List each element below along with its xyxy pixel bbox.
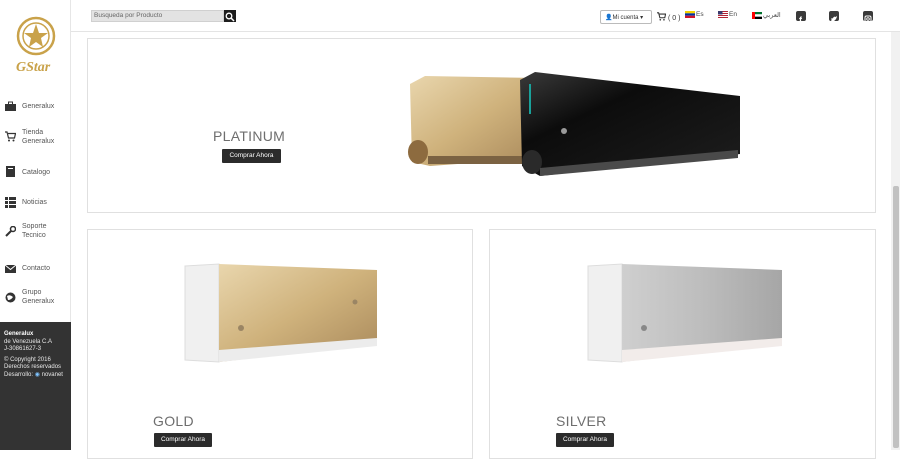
copyright-icon: © (4, 356, 9, 363)
lang-en[interactable]: En (718, 11, 737, 18)
buy-button-gold[interactable]: Comprar Ahora (154, 433, 212, 447)
sidebar-item-generalux[interactable]: Generalux (0, 100, 71, 114)
lang-ar[interactable]: العربي (752, 11, 781, 19)
cart-button[interactable]: ( 0 ) (657, 12, 680, 22)
globe-icon (5, 292, 16, 303)
footer-rights: Derechos reservados (4, 364, 62, 370)
scrollbar-thumb[interactable] (893, 186, 899, 448)
gstar-logo[interactable]: GStar (12, 14, 60, 76)
product-title: SILVER (556, 413, 607, 429)
gold-product-image (184, 263, 377, 363)
venezuela-flag-icon (685, 11, 695, 18)
cart-count: ( 0 ) (667, 15, 681, 22)
list-icon (5, 197, 16, 208)
lang-ar-label: العربي (763, 12, 781, 19)
footer-dev-label: Desarrollo: (4, 371, 34, 378)
facebook-link[interactable]: f (796, 11, 806, 25)
top-bar: Busqueda por Producto 👤Mi cuenta ▾ ( 0 )… (71, 0, 900, 32)
search-placeholder: Busqueda por Producto (94, 12, 163, 19)
footer-copyright: Copyright 2016 (10, 356, 51, 363)
logo-text: GStar (16, 60, 51, 75)
instagram-icon (864, 15, 872, 23)
silver-product-image (587, 263, 782, 363)
lang-es-label: Es (696, 11, 704, 18)
uae-flag-icon (752, 11, 762, 19)
facebook-icon: f (799, 15, 803, 25)
sidebar-item-tienda[interactable]: Tienda Generalux (0, 128, 71, 148)
sidebar-footer: Generalux de Venezuela C.A J-30861627-3 … (0, 322, 71, 450)
footer-rif: J-30861627-3 (4, 346, 42, 352)
cart-icon (5, 131, 16, 142)
sidebar-item-soporte[interactable]: Soporte Tecnico (0, 222, 71, 242)
sidebar: GStar Generalux Tienda Generalux Catalog… (0, 0, 71, 450)
usa-flag-icon (718, 11, 728, 18)
novanet-icon: ◉ (34, 371, 40, 378)
account-button[interactable]: 👤Mi cuenta ▾ (600, 10, 652, 24)
sidebar-item-label: Noticias (22, 199, 47, 206)
footer-company-line2: de Venezuela C.A (4, 338, 53, 345)
instagram-link[interactable] (863, 11, 873, 23)
product-title: PLATINUM (213, 128, 286, 144)
book-icon (6, 166, 15, 177)
sidebar-item-label: Soporte Tecnico (22, 223, 47, 239)
svg-text:f: f (799, 15, 803, 24)
cart-icon (657, 12, 667, 21)
twitter-icon (831, 16, 837, 22)
caret-down-icon: ▾ (640, 15, 644, 21)
product-title: GOLD (153, 413, 194, 429)
platinum-product-image (408, 72, 740, 176)
twitter-link[interactable] (829, 11, 839, 22)
footer-dev-name[interactable]: novanet (42, 372, 63, 378)
briefcase-icon (5, 101, 16, 111)
sidebar-item-contacto[interactable]: Contacto (0, 262, 71, 276)
search-button[interactable] (224, 10, 236, 22)
footer-dev-row: Desarrollo: ◉ novanet (4, 372, 71, 380)
wrench-icon (5, 226, 16, 237)
sidebar-item-label: Catalogo (22, 169, 51, 176)
sidebar-item-noticias[interactable]: Noticias (0, 196, 71, 210)
sidebar-item-grupo[interactable]: Grupo Generalux (0, 288, 71, 308)
sidebar-item-label: Contacto (22, 265, 51, 272)
account-label: Mi cuenta (612, 15, 639, 21)
lang-es[interactable]: Es (685, 11, 704, 18)
sidebar-item-label: Tienda Generalux (22, 129, 55, 145)
sidebar-item-label: Grupo Generalux (22, 289, 55, 305)
footer-copyright-row: © Copyright 2016 (4, 357, 71, 365)
search-icon (225, 12, 235, 22)
buy-button-silver[interactable]: Comprar Ahora (556, 433, 614, 447)
sidebar-item-label: Generalux (22, 103, 55, 110)
search-input[interactable]: Busqueda por Producto (91, 10, 224, 22)
lang-en-label: En (729, 11, 737, 18)
sidebar-item-catalogo[interactable]: Catalogo (0, 166, 71, 180)
envelope-icon (5, 264, 16, 273)
footer-company: Generalux (4, 331, 34, 337)
buy-button-platinum[interactable]: Comprar Ahora (222, 149, 281, 163)
